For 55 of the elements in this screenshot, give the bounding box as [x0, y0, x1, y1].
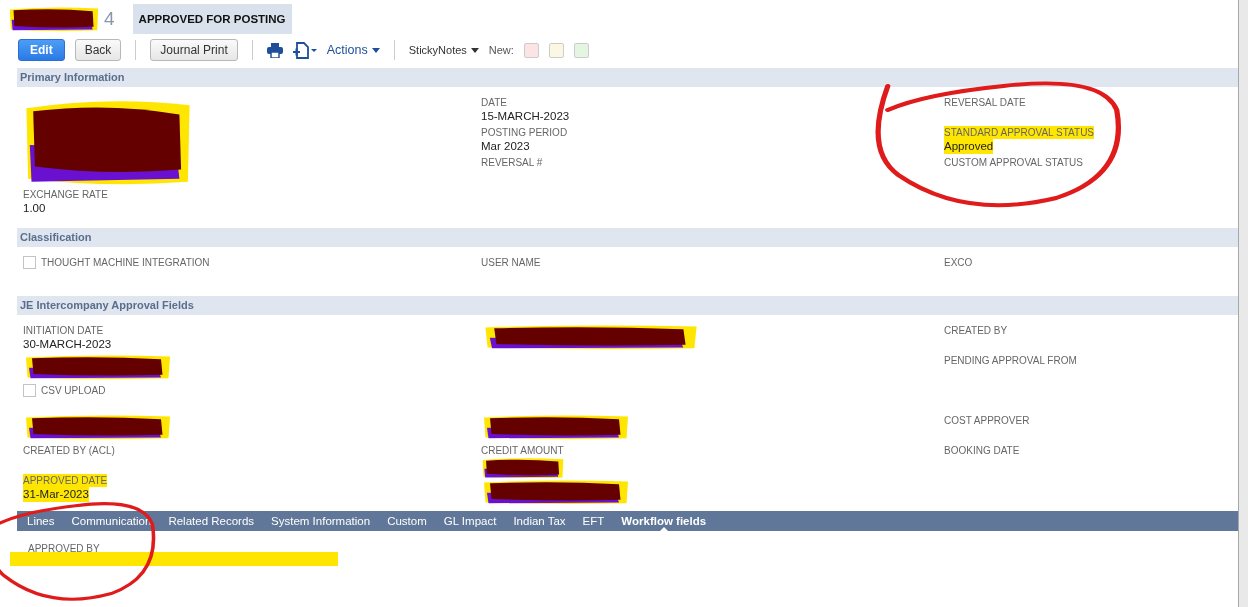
section-header: Primary Information: [17, 68, 1238, 87]
subtab[interactable]: System Information: [271, 511, 371, 531]
subtab[interactable]: Indian Tax: [513, 511, 566, 531]
field-value: Mar 2023: [481, 139, 530, 154]
checkbox-label: CSV UPLOAD: [41, 384, 106, 397]
field-value: 15-MARCH-2023: [481, 109, 570, 124]
sticky-note-swatch[interactable]: [573, 42, 589, 58]
sticky-note-swatch[interactable]: [548, 42, 564, 58]
checkbox[interactable]: [23, 256, 36, 269]
field-value: 31-Mar-2023: [23, 487, 89, 502]
subtab[interactable]: Related Records: [168, 511, 255, 531]
status-badge: APPROVED FOR POSTING: [132, 4, 292, 34]
actions-menu[interactable]: Actions: [326, 43, 380, 57]
section-header: JE Intercompany Approval Fields: [17, 296, 1238, 315]
field-label: CREATED BY: [944, 324, 1008, 337]
field-label: COST APPROVER: [944, 414, 1030, 427]
toolbar-button[interactable]: Journal Print: [150, 39, 238, 61]
printer-icon[interactable]: [266, 42, 283, 58]
field-label: REVERSAL #: [481, 156, 543, 169]
field-label: STANDARD APPROVAL STATUS: [944, 126, 1095, 139]
field-value: 1.00: [23, 201, 46, 216]
field-value: 30-MARCH-2023: [23, 337, 112, 352]
new-label: New:: [488, 44, 514, 56]
field-label: INITIATION DATE: [23, 324, 105, 337]
sticky-notes-menu[interactable]: StickyNotes: [408, 44, 479, 56]
field-label: BOOKING DATE: [944, 444, 1020, 457]
field-label: EXCHANGE RATE: [23, 188, 108, 201]
field-label: CREDIT AMOUNT: [481, 444, 565, 457]
subtab[interactable]: Workflow fields: [621, 511, 707, 531]
field-label: PENDING APPROVAL FROM: [944, 354, 1077, 367]
caret-icon: [470, 47, 479, 53]
record-number: 4: [104, 8, 115, 30]
field-label: APPROVED BY: [27, 543, 101, 554]
field-label: DATE: [481, 96, 508, 109]
subtab[interactable]: Lines: [27, 511, 55, 531]
field-label: REVERSAL DATE: [944, 96, 1026, 109]
field-label: APPROVED DATE: [23, 474, 108, 487]
caret-icon: [371, 47, 380, 53]
section-header: Classification: [17, 228, 1238, 247]
field-label: USER NAME: [481, 256, 541, 269]
checkbox[interactable]: [23, 384, 36, 397]
subtab[interactable]: Custom: [387, 511, 427, 531]
field-label: CREATED BY (ACL): [23, 444, 115, 457]
field-label: CUSTOM APPROVAL STATUS: [944, 156, 1083, 169]
subtab[interactable]: GL Impact: [443, 511, 497, 531]
toolbar-button[interactable]: Back: [74, 39, 122, 61]
sticky-note-swatch[interactable]: [523, 42, 539, 58]
edit-button[interactable]: Edit: [18, 39, 65, 61]
subtab[interactable]: Communication: [71, 511, 152, 531]
field-label: EXCO: [944, 256, 973, 269]
subtab[interactable]: EFT: [582, 511, 605, 531]
field-label: POSTING PERIOD: [481, 126, 568, 139]
new-document-icon[interactable]: [292, 41, 317, 59]
field-value: Approved: [944, 139, 994, 154]
checkbox-label: THOUGHT MACHINE INTEGRATION: [41, 256, 210, 269]
